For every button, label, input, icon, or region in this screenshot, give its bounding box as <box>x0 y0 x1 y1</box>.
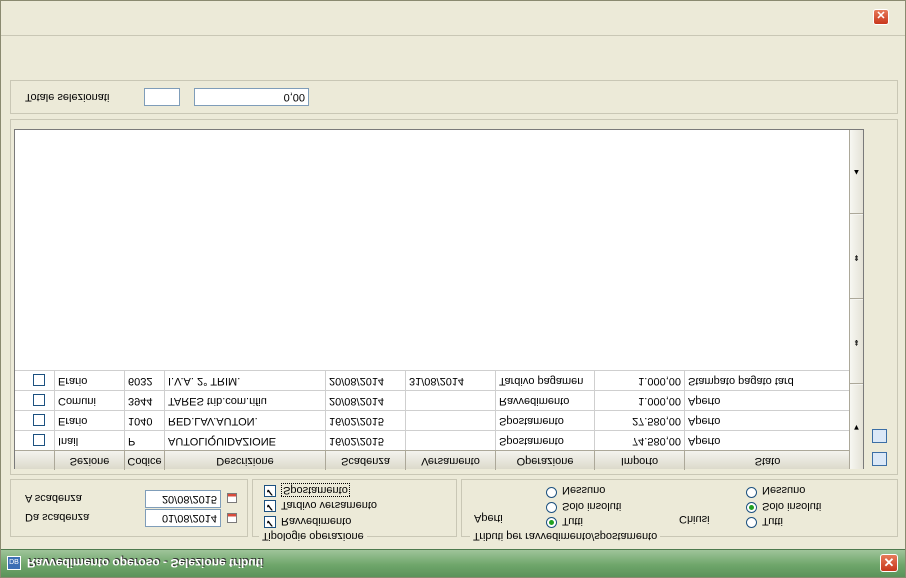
vertical-scrollbar[interactable]: ▲ ⇞ ⇟ ▼ <box>849 130 863 469</box>
tributi-table: Sezione Codice Descrizione Scadenza Vers… <box>14 129 864 470</box>
table-header: Sezione Codice Descrizione Scadenza Vers… <box>15 450 850 470</box>
select-all-icon[interactable] <box>872 452 887 466</box>
spostamento-label: Spostamento <box>281 483 350 497</box>
a-scadenza-field[interactable]: 20/08/2015 <box>145 490 221 508</box>
row-checkbox[interactable] <box>33 434 45 446</box>
header-descrizione[interactable]: Descrizione <box>165 451 326 470</box>
scroll-page-down-button[interactable]: ⇟ <box>850 300 863 384</box>
row-checkbox[interactable] <box>33 374 45 386</box>
aperti-label: Aperti <box>474 512 503 524</box>
header-codice[interactable]: Codice <box>125 451 165 470</box>
da-scadenza-label: Da scadenza <box>25 511 90 523</box>
table-row[interactable]: Comuni 3944 TARES trib.com.rifiu 20/08/2… <box>15 390 850 410</box>
deselect-all-icon[interactable] <box>872 429 887 443</box>
header-stato[interactable]: Stato <box>685 451 850 470</box>
header-importo[interactable]: Importo <box>595 451 685 470</box>
calendar-icon[interactable] <box>227 513 237 523</box>
chiusi-solo-insoluti-radio[interactable] <box>746 502 757 513</box>
table-row[interactable]: Erario 1040 RED.LAV.AUTON. 16/02/2015 Sp… <box>15 410 850 430</box>
header-operazione[interactable]: Operazione <box>496 451 595 470</box>
tipologie-legend: Tipologie operazione <box>259 530 367 542</box>
app-icon: DB <box>7 556 21 570</box>
chiusi-label: Chiusi <box>679 513 710 525</box>
ravvedimento-label: Ravvedimento <box>281 515 352 527</box>
table-row[interactable]: Inail P AUTOLIQUIDAZIONE 16/02/2015 Spos… <box>15 430 850 450</box>
ravvedimento-checkbox[interactable]: ✓ <box>264 516 276 528</box>
tardivo-versamento-label: Tardivo versamento <box>281 499 377 511</box>
aperti-tutti-radio[interactable] <box>546 517 557 528</box>
tardivo-versamento-checkbox[interactable]: ✓ <box>264 500 276 512</box>
chiusi-nessuno-label: Nessuno <box>762 484 806 496</box>
table-row[interactable]: Erario 6032 I.V.A. 2° TRIM. 20/08/2014 3… <box>15 370 850 390</box>
close-icon: ✕ <box>876 10 886 22</box>
totale-label: Totale selezionati <box>25 91 110 103</box>
row-checkbox[interactable] <box>33 394 45 406</box>
aperti-nessuno-label: Nessuno <box>562 484 606 496</box>
da-scadenza-field[interactable]: 01/08/2014 <box>145 509 221 527</box>
chiusi-solo-insoluti-label: Solo insoluti <box>762 500 822 512</box>
title-bar: DB Ravvedimento operoso - Selezione trib… <box>1 549 905 577</box>
close-button-secondary[interactable]: ✕ <box>873 9 889 25</box>
scroll-up-button[interactable]: ▲ <box>850 130 863 214</box>
scroll-page-up-button[interactable]: ⇞ <box>850 215 863 299</box>
chiusi-tutti-label: Tutti <box>762 515 783 527</box>
tributi-group: Tributi per ravvedimento/spostamento Ape… <box>461 479 898 542</box>
totale-group: Totale selezionati 0,00 <box>10 80 898 114</box>
header-sezione[interactable]: Sezione <box>55 451 125 470</box>
chiusi-nessuno-radio[interactable] <box>746 487 757 498</box>
scroll-down-button[interactable]: ▼ <box>850 385 863 469</box>
row-checkbox[interactable] <box>33 414 45 426</box>
header-select <box>15 451 55 470</box>
close-button[interactable]: ✕ <box>880 554 898 572</box>
totale-count-field <box>144 88 180 106</box>
aperti-nessuno-radio[interactable] <box>546 487 557 498</box>
aperti-solo-insoluti-radio[interactable] <box>546 502 557 513</box>
scadenza-group: Da scadenza 01/08/2014 A scadenza 20/08/… <box>10 479 248 537</box>
header-scadenza[interactable]: Scadenza <box>326 451 406 470</box>
aperti-solo-insoluti-label: Solo insoluti <box>562 500 622 512</box>
header-versamento[interactable]: Versamento <box>406 451 496 470</box>
totale-amount-field: 0,00 <box>194 88 309 106</box>
calendar-icon[interactable] <box>227 493 237 503</box>
separator <box>1 35 905 36</box>
dialog-window: DB Ravvedimento operoso - Selezione trib… <box>0 0 906 578</box>
tributi-legend: Tributi per ravvedimento/spostamento <box>470 530 661 542</box>
window-title: Ravvedimento operoso - Selezione tributi <box>27 556 264 570</box>
chiusi-tutti-radio[interactable] <box>746 517 757 528</box>
close-icon: ✕ <box>883 555 895 570</box>
a-scadenza-label: A scadenza <box>25 492 82 504</box>
tipologie-group: Tipologie operazione ✓ Ravvedimento ✓ Ta… <box>252 479 457 542</box>
spostamento-checkbox[interactable]: ✓ <box>264 485 276 497</box>
aperti-tutti-label: Tutti <box>562 515 583 527</box>
